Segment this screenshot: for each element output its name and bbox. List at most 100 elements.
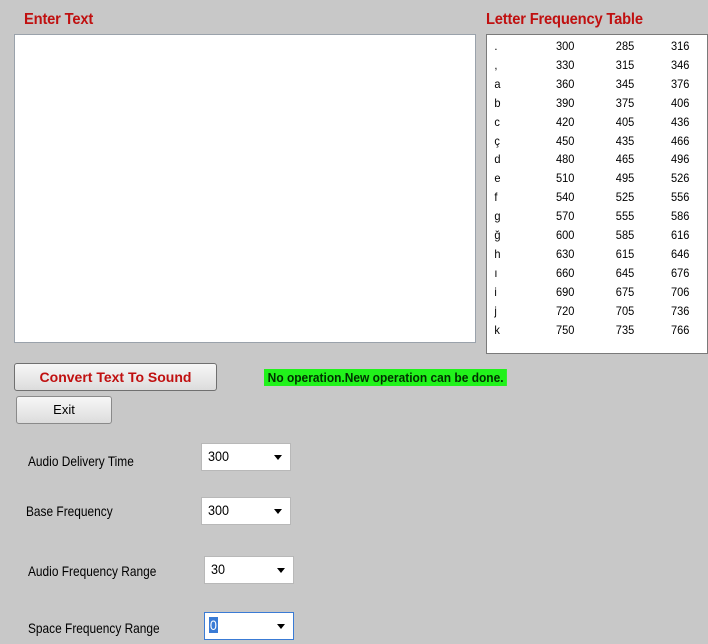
row-high-frequency: 466 bbox=[671, 133, 690, 148]
row-low-frequency: 645 bbox=[615, 265, 635, 280]
row-letter: g bbox=[494, 209, 501, 224]
status-message: No operation.New operation can be done. bbox=[264, 369, 508, 386]
row-letter: ğ bbox=[494, 228, 501, 242]
enter-text-heading: Enter Text bbox=[24, 11, 94, 28]
row-base-frequency: 300 bbox=[556, 39, 575, 53]
audio-frequency-range-select[interactable]: 30 bbox=[204, 556, 294, 584]
row-low-frequency: 585 bbox=[615, 228, 635, 242]
row-low-frequency: 735 bbox=[615, 322, 635, 337]
row-low-frequency: 315 bbox=[615, 57, 635, 72]
row-letter: , bbox=[494, 57, 498, 72]
row-base-frequency: 480 bbox=[556, 152, 575, 167]
base-frequency-label: Base Frequency bbox=[26, 503, 113, 519]
row-letter: . bbox=[494, 39, 498, 53]
base-frequency-select[interactable]: 300 bbox=[201, 497, 291, 525]
frequency-table-row[interactable]: d 480 465 496 bbox=[487, 152, 691, 166]
row-base-frequency: 330 bbox=[556, 57, 575, 72]
frequency-table-row[interactable]: ı 660 645 676 bbox=[487, 266, 691, 280]
row-letter: h bbox=[494, 246, 501, 261]
row-high-frequency: 556 bbox=[671, 190, 690, 205]
row-low-frequency: 435 bbox=[615, 133, 635, 148]
row-high-frequency: 766 bbox=[671, 322, 690, 337]
row-high-frequency: 526 bbox=[671, 171, 690, 186]
chevron-down-icon bbox=[277, 624, 285, 629]
row-base-frequency: 750 bbox=[556, 322, 575, 337]
row-low-frequency: 615 bbox=[615, 246, 635, 261]
row-base-frequency: 690 bbox=[556, 284, 575, 299]
frequency-table-row[interactable]: ç 450 435 466 bbox=[487, 134, 691, 148]
row-low-frequency: 375 bbox=[615, 95, 635, 110]
row-low-frequency: 345 bbox=[615, 76, 635, 91]
row-letter: c bbox=[494, 114, 500, 129]
frequency-table-row[interactable]: j 720 705 736 bbox=[487, 304, 691, 318]
row-high-frequency: 376 bbox=[671, 76, 690, 91]
row-base-frequency: 360 bbox=[556, 76, 575, 91]
frequency-table-row[interactable]: k 750 735 766 bbox=[487, 323, 691, 337]
row-letter: a bbox=[494, 76, 501, 91]
frequency-table-row[interactable]: c 420 405 436 bbox=[487, 115, 691, 129]
row-base-frequency: 600 bbox=[556, 228, 575, 242]
row-high-frequency: 706 bbox=[671, 284, 690, 299]
text-input-area[interactable] bbox=[14, 34, 476, 343]
row-base-frequency: 510 bbox=[556, 171, 575, 186]
audio-delivery-time-select[interactable]: 300 bbox=[201, 443, 291, 471]
row-letter: ç bbox=[494, 133, 500, 148]
row-high-frequency: 496 bbox=[671, 152, 690, 167]
row-high-frequency: 586 bbox=[671, 209, 690, 224]
frequency-table-row[interactable]: a 360 345 376 bbox=[487, 77, 691, 91]
row-low-frequency: 525 bbox=[615, 190, 635, 205]
row-high-frequency: 616 bbox=[671, 228, 690, 242]
frequency-table-row[interactable]: ğ 600 585 616 bbox=[487, 228, 691, 242]
row-low-frequency: 705 bbox=[615, 303, 635, 318]
frequency-table-row[interactable]: b 390 375 406 bbox=[487, 96, 691, 110]
row-high-frequency: 436 bbox=[671, 114, 690, 129]
space-frequency-range-select[interactable]: 0 bbox=[204, 612, 294, 640]
frequency-table-list[interactable]: . 300 285 316, 330 315 346 a 360 345 376 b 390 375 406… bbox=[486, 34, 708, 354]
row-letter: f bbox=[494, 190, 498, 205]
frequency-table-row[interactable]: . 300 285 316 bbox=[487, 39, 691, 53]
row-base-frequency: 420 bbox=[556, 114, 575, 129]
row-base-frequency: 570 bbox=[556, 209, 575, 224]
row-base-frequency: 720 bbox=[556, 303, 575, 318]
frequency-table-row[interactable]: f 540 525 556 bbox=[487, 190, 691, 204]
row-letter: b bbox=[494, 95, 501, 110]
row-base-frequency: 540 bbox=[556, 190, 575, 205]
space-frequency-range-value: 0 bbox=[209, 617, 218, 633]
row-high-frequency: 646 bbox=[671, 246, 690, 261]
row-letter: ı bbox=[494, 265, 498, 280]
audio-frequency-range-value: 30 bbox=[211, 561, 226, 577]
convert-text-to-sound-button[interactable]: Convert Text To Sound bbox=[14, 363, 217, 391]
row-low-frequency: 405 bbox=[615, 114, 635, 129]
audio-delivery-time-value: 300 bbox=[208, 448, 230, 464]
row-high-frequency: 406 bbox=[671, 95, 690, 110]
chevron-down-icon bbox=[274, 455, 282, 460]
frequency-table-row[interactable]: e 510 495 526 bbox=[487, 171, 691, 185]
frequency-table-row[interactable]: h 630 615 646 bbox=[487, 247, 691, 261]
row-high-frequency: 346 bbox=[671, 57, 690, 72]
row-high-frequency: 736 bbox=[671, 303, 690, 318]
row-base-frequency: 450 bbox=[556, 133, 575, 148]
row-letter: e bbox=[494, 171, 501, 186]
row-letter: j bbox=[494, 303, 497, 318]
row-low-frequency: 675 bbox=[615, 284, 635, 299]
row-low-frequency: 555 bbox=[615, 209, 635, 224]
row-letter: k bbox=[494, 322, 500, 337]
row-high-frequency: 676 bbox=[671, 265, 690, 280]
base-frequency-value: 300 bbox=[208, 502, 230, 518]
space-frequency-range-label: Space Frequency Range bbox=[28, 620, 160, 636]
row-base-frequency: 660 bbox=[556, 265, 575, 280]
frequency-table-heading: Letter Frequency Table bbox=[486, 11, 643, 28]
row-low-frequency: 285 bbox=[615, 39, 635, 53]
row-low-frequency: 465 bbox=[615, 152, 635, 167]
row-low-frequency: 495 bbox=[615, 171, 635, 186]
audio-delivery-time-label: Audio Delivery Time bbox=[28, 453, 134, 469]
frequency-table-row[interactable]: i 690 675 706 bbox=[487, 285, 691, 299]
chevron-down-icon bbox=[274, 509, 282, 514]
audio-frequency-range-label: Audio Frequency Range bbox=[28, 563, 157, 579]
row-letter: d bbox=[494, 152, 501, 167]
row-base-frequency: 390 bbox=[556, 95, 575, 110]
frequency-table-row[interactable]: , 330 315 346 bbox=[487, 58, 691, 72]
exit-button[interactable]: Exit bbox=[16, 396, 112, 424]
frequency-table-row[interactable]: g 570 555 586 bbox=[487, 209, 691, 223]
row-letter: i bbox=[494, 284, 497, 299]
